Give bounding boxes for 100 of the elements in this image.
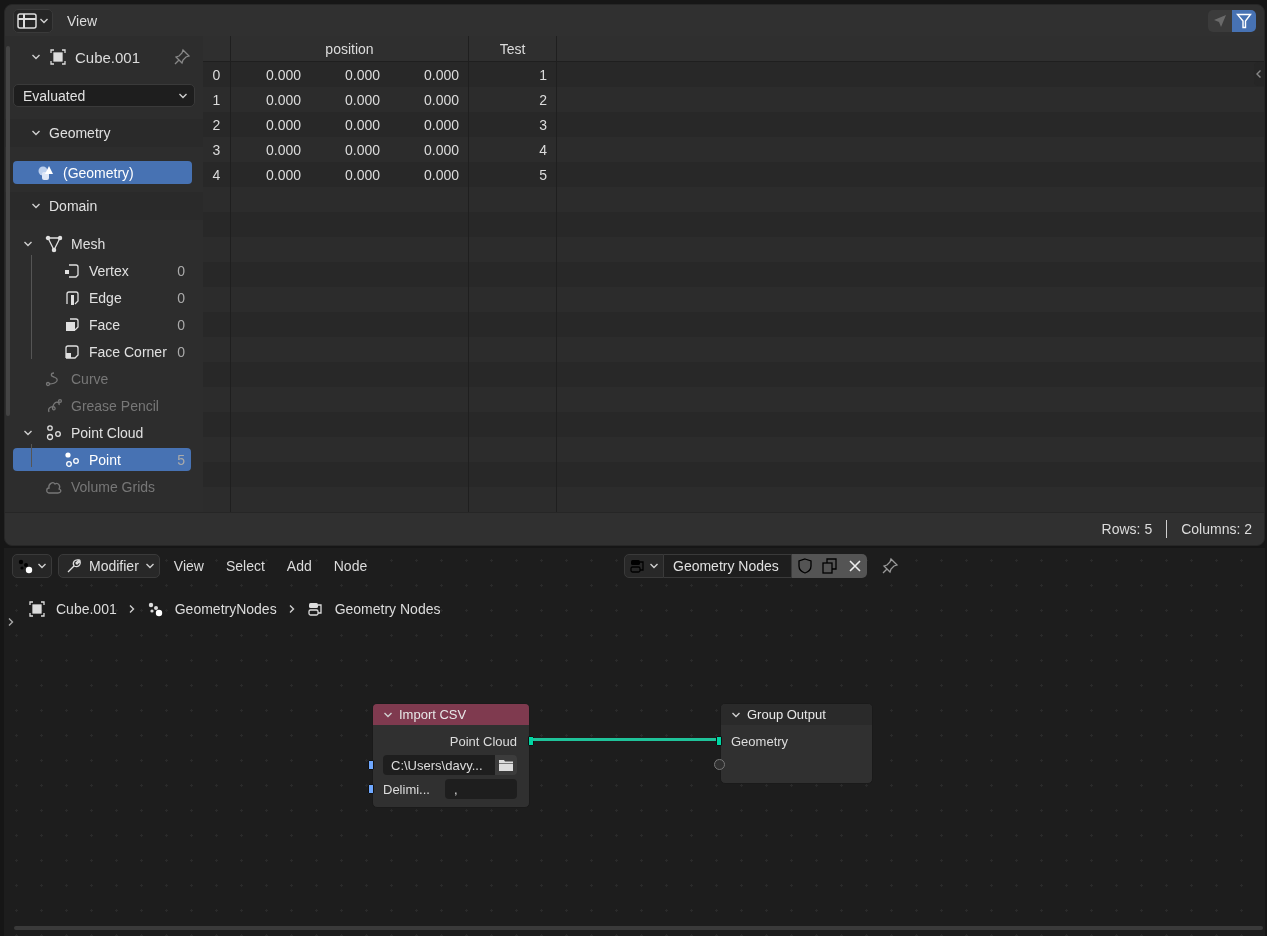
file-path-field[interactable]: C:\Users\davy... [383,755,495,775]
mode-dropdown[interactable]: Modifier [58,554,160,578]
node-tree-type-button[interactable] [624,554,664,578]
caret-icon [649,561,659,571]
delimiter-field[interactable]: , [445,779,517,799]
socket-label: Point Cloud [449,733,517,749]
node[interactable]: Import CSV Point Cloud C:\Users\davy... Delimi... , [372,703,530,808]
item-count: 0 [177,262,185,279]
node-tree-name-field[interactable]: Geometry Nodes [664,554,792,578]
filter-toggle[interactable] [1232,9,1256,32]
table-cell-text: 0.000 [343,115,381,135]
folder-button[interactable] [495,755,517,775]
node-title: Group Output [747,707,826,722]
row-index: 0 [211,65,222,85]
close-button[interactable] [842,554,867,578]
cursor-icon [1213,13,1227,28]
editor-type-button[interactable] [13,8,53,33]
spreadsheet-icon [17,12,37,29]
pin-button[interactable] [881,557,899,575]
shield-icon [795,557,814,575]
breadcrumb: Cube.001 [56,601,117,617]
table-cell-text: 0.000 [264,165,302,185]
menu-item[interactable]: View [165,558,212,574]
editor-type-button[interactable] [12,554,52,578]
column-header[interactable]: Test [469,36,556,62]
item-count: 0 [177,289,185,306]
table-cell-text: 5 [538,165,548,185]
table-cell-text: 0.000 [422,65,460,85]
item-count: 0 [177,343,185,360]
row-index: 1 [211,90,222,110]
table-cell-text: 3 [538,115,548,135]
table-cell-text: 1 [538,65,548,85]
chevron-icon [1254,69,1264,79]
domain-item[interactable]: Vertex 0 [13,259,191,282]
caret-icon [37,561,47,571]
pin-icon[interactable] [173,48,191,66]
object-icon [28,600,46,618]
menu-item[interactable]: Add [278,558,320,574]
item-count: 5 [177,451,185,468]
domain-item[interactable]: Face 0 [13,313,191,336]
output-socket[interactable] [528,736,534,746]
object-icon [49,48,67,66]
geometry-item[interactable]: (Geometry) [13,161,192,184]
edge-icon [63,288,81,307]
empty-socket[interactable] [714,759,725,770]
table-cell-text: 0.000 [422,140,460,160]
table-cell-text: 0.000 [264,65,302,85]
caret-icon [144,561,155,571]
caret-icon [31,52,41,62]
node-title: Import CSV [399,707,467,722]
selection-toggle[interactable] [1208,9,1232,32]
caret-icon [31,201,41,211]
domain-item[interactable]: Point 5 [13,448,191,471]
row-index: 4 [211,165,222,185]
domain-item[interactable]: Point Cloud [13,421,191,444]
triangle-mesh-icon [45,234,63,253]
input-socket[interactable] [368,784,374,794]
menu-item[interactable]: View [59,12,106,29]
point-cloud-icon [45,423,63,442]
domain-item[interactable]: Mesh [13,232,191,255]
row-index: 3 [211,140,222,160]
breadcrumb: Geometry Nodes [334,601,441,617]
menu-item[interactable]: Select [217,558,273,574]
column-header[interactable]: position [231,36,468,62]
table-cell-text: 0.000 [343,90,381,110]
breadcrumb: GeometryNodes [174,601,277,617]
face-icon [63,315,81,334]
pin-icon [881,557,899,575]
domain-item[interactable]: Edge 0 [13,286,191,309]
table-cell-text: 0.000 [422,115,460,135]
chevron-icon [6,617,16,627]
wrench-icon [65,557,83,575]
caret-icon [31,128,41,138]
status-text: Columns: 2 [1181,521,1252,537]
table-cell-text: 0.000 [422,90,460,110]
table-cell-text: 0.000 [264,115,302,135]
point-icon [63,450,81,469]
node-tree-icon [306,600,325,618]
table-cell-text: 0.000 [422,165,460,185]
copy-icon [820,557,839,575]
input-socket[interactable] [716,736,722,746]
table-cell-text: 0.000 [264,140,302,160]
object-name: Cube.001 [75,48,142,66]
node[interactable]: Group Output Geometry [720,703,873,784]
status-text: Rows: 5 [1101,521,1153,537]
nodes-icon [146,600,165,618]
socket-label: Geometry [731,733,789,749]
item-count: 0 [177,316,185,333]
socket-label: Delimi... [383,781,430,797]
menu-item[interactable]: Node [325,558,376,574]
scribble-icon [45,396,63,415]
folder-icon [498,758,514,772]
table-cell-text: 2 [538,90,548,110]
vertex-icon [63,261,81,280]
table-cell-text: 0.000 [343,165,381,185]
evaluation-dropdown[interactable]: Evaluated [13,84,195,107]
table-cell-text: 0.000 [343,65,381,85]
fake-user-button[interactable] [792,554,817,578]
input-socket[interactable] [368,760,374,770]
domain-item[interactable]: Face Corner 0 [13,340,191,363]
